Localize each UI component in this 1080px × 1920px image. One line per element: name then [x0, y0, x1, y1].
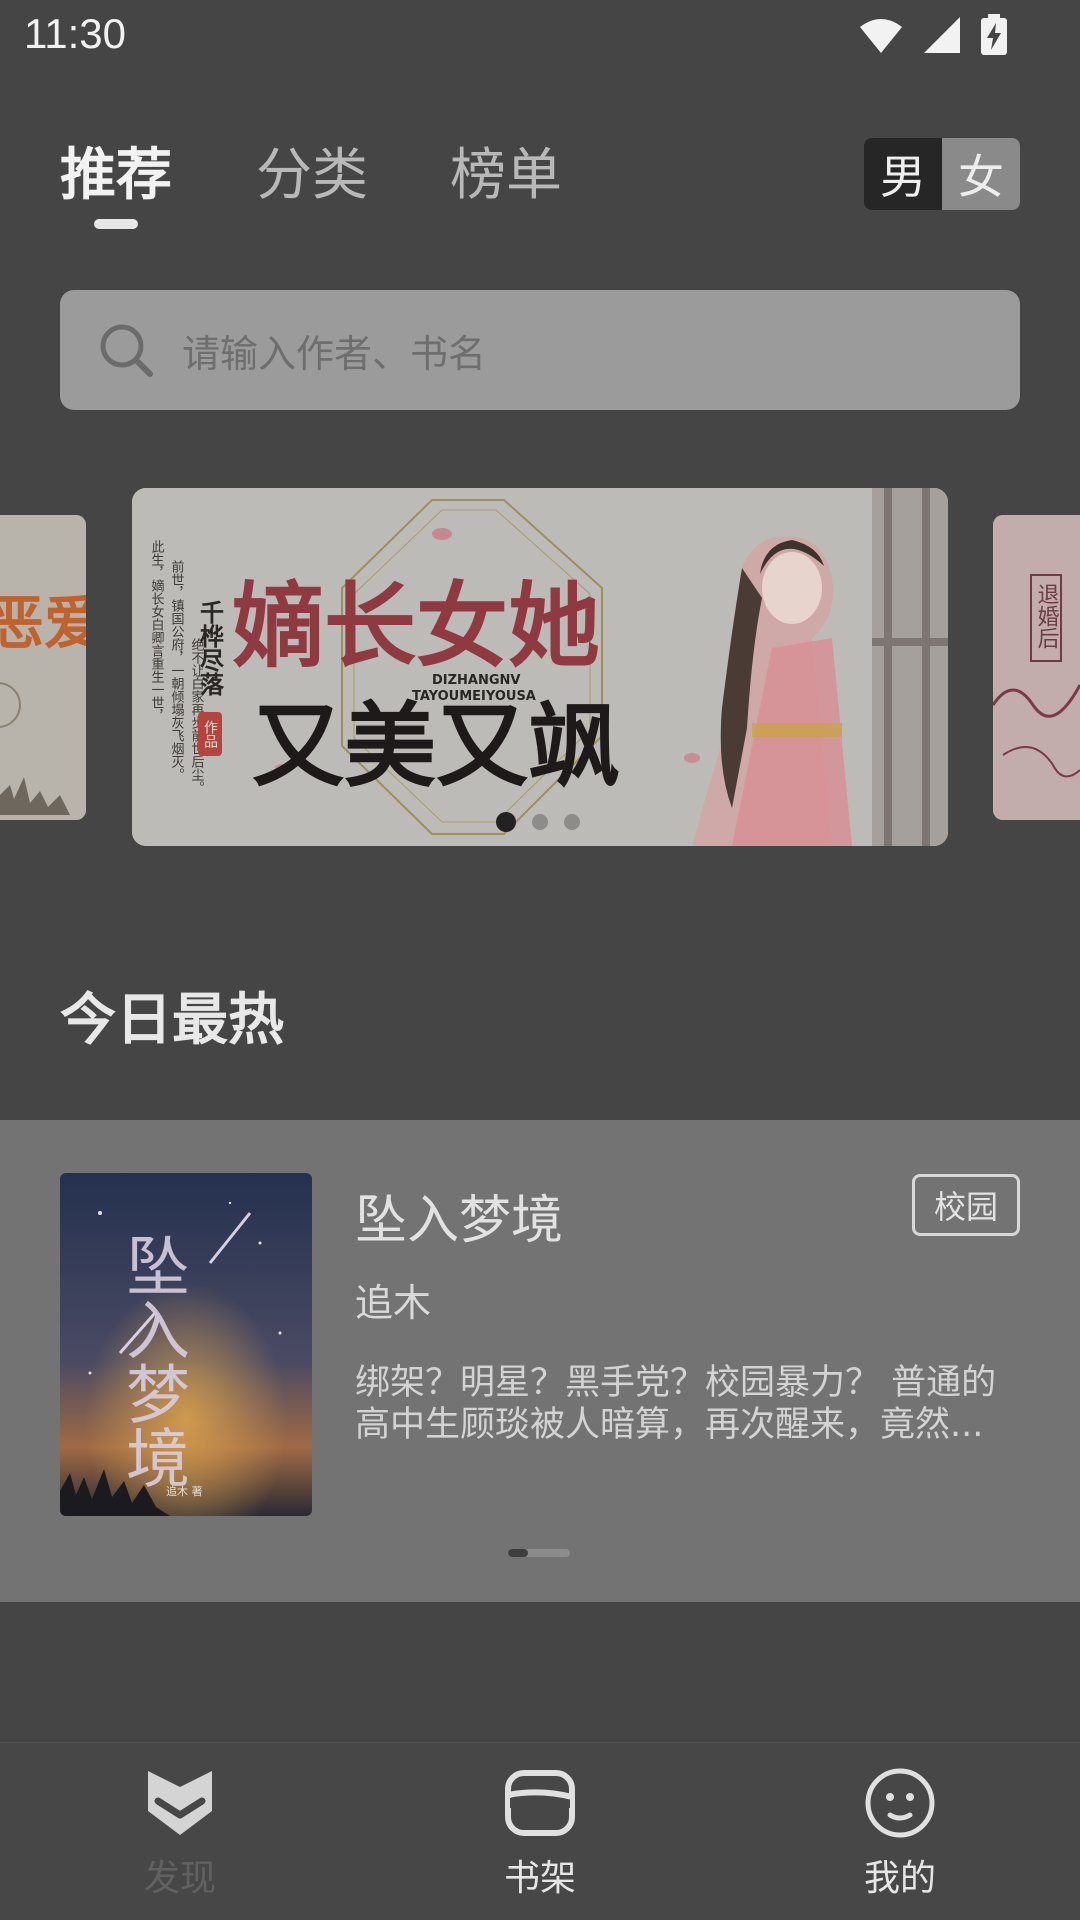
book-author: 追木	[355, 1281, 432, 1325]
hot-list-pager	[508, 1549, 570, 1557]
banner-author-stamp: 作品	[202, 720, 218, 748]
nav-bookshelf-label: 书架	[503, 1858, 576, 1899]
smiley-face-icon	[865, 1768, 935, 1838]
gender-switch[interactable]: 男 女	[864, 138, 1020, 210]
banner-blurb-col2: 前世，镇国公府，一朝倾塌灰飞烟灭。	[169, 559, 185, 781]
carousel-card-prev[interactable]: 恶爱	[0, 515, 86, 820]
book-description: 绑架？明星？黑手党？校园暴力？ 普通的高中生顾琰被人暗算，再次醒来，竟然...	[355, 1363, 997, 1445]
section-title-hot-today: 今日最热	[60, 988, 284, 1053]
banner-title-line1: 嫡长女她	[232, 572, 600, 680]
banner-art: 此生，嫡长女白卿言重生一世， 前世，镇国公府，一朝倾塌灰飞烟灭。 绝不让白家再步…	[132, 488, 948, 846]
book-genre-tag: 校园	[912, 1174, 1020, 1236]
search-bar[interactable]: 请输入作者、书名	[60, 290, 1020, 410]
bookshelf-icon	[505, 1770, 575, 1836]
status-icons	[858, 14, 1008, 56]
tab-recommend[interactable]: 推荐	[60, 130, 172, 211]
next-cover-title: 退婚后	[1034, 583, 1060, 649]
book-cover[interactable]: 坠入梦境 追木 著	[60, 1173, 312, 1516]
book-cover-title: 坠入梦境	[115, 1233, 189, 1489]
next-cover-art: 退婚后	[993, 515, 1080, 820]
tab-indicator	[94, 219, 138, 229]
tab-category[interactable]: 分类	[256, 130, 368, 211]
battery-charging-icon	[981, 14, 1007, 55]
book-cover-art: 坠入梦境 追木 著	[60, 1173, 312, 1516]
carousel-dot-active	[496, 812, 516, 832]
banner-title-line2: 又美又飒	[252, 692, 620, 800]
gender-male-option[interactable]: 男	[864, 138, 942, 210]
book-cover-author: 追木 著	[166, 1484, 203, 1498]
search-placeholder: 请输入作者、书名	[182, 331, 487, 376]
gender-female-option[interactable]: 女	[942, 138, 1020, 210]
banner-author: 千桦尽落	[196, 600, 225, 697]
banner-blurb-col1: 此生，嫡长女白卿言重生一世，	[149, 540, 165, 722]
tab-ranking[interactable]: 榜单	[450, 130, 562, 211]
carousel-banner[interactable]: 此生，嫡长女白卿言重生一世， 前世，镇国公府，一朝倾塌灰飞烟灭。 绝不让白家再步…	[132, 488, 948, 846]
nav-discover[interactable]: 发现	[80, 1767, 280, 1901]
search-icon	[100, 324, 153, 377]
nav-mine-label: 我的	[863, 1858, 936, 1899]
pager-thumb	[508, 1549, 528, 1557]
nav-discover-label: 发现	[143, 1858, 216, 1899]
prev-cover-art: 恶爱	[0, 515, 86, 820]
status-time: 11:30	[24, 10, 126, 57]
nav-mine[interactable]: 我的	[800, 1767, 1000, 1901]
bottom-nav: 发现 书架 我的	[0, 1742, 1080, 1920]
discover-chevron-icon	[148, 1771, 212, 1835]
prev-cover-title: 恶爱	[0, 589, 86, 657]
book-title[interactable]: 坠入梦境	[355, 1178, 563, 1253]
carousel-page-dots	[496, 812, 580, 832]
wifi-icon	[860, 19, 902, 53]
carousel-dot	[564, 814, 580, 830]
carousel-card-next[interactable]: 退婚后	[993, 515, 1080, 820]
nav-bookshelf[interactable]: 书架	[440, 1767, 640, 1901]
signal-icon	[924, 17, 960, 53]
banner-pinyin-line1: DIZHANGNV	[432, 673, 521, 688]
carousel-dot	[532, 814, 548, 830]
